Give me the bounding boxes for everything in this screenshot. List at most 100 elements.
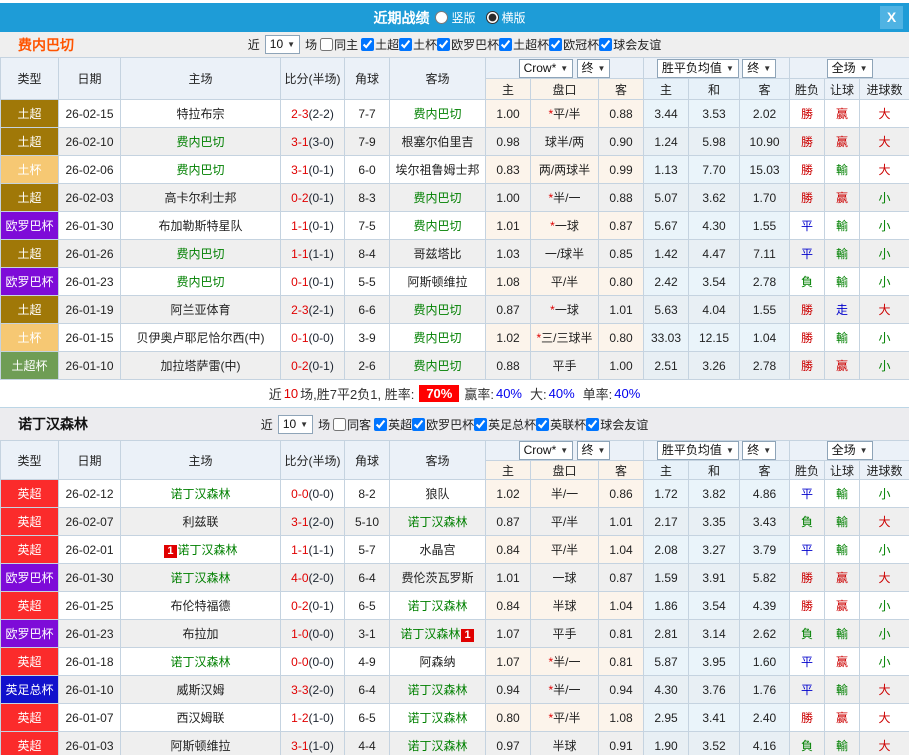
final-select[interactable]: 终 ▼ (576, 441, 611, 460)
away-team-name: 费内巴切 (413, 219, 462, 233)
league-filter[interactable]: 土超杯 (499, 36, 549, 53)
bookmaker-select[interactable]: Crow* ▼ (518, 441, 574, 460)
full-group-header: 全场 ▼ (789, 57, 909, 79)
home-team: 西汉姆联 (120, 703, 281, 732)
halftime-score: (0-1) (308, 190, 334, 205)
league-filter[interactable]: 土超 (361, 36, 399, 53)
layout-radio-horizontal[interactable]: 横版 (485, 9, 526, 26)
away-team-name: 诺丁汉森林 (407, 515, 468, 529)
halftime-score: (0-0) (308, 330, 334, 345)
league-filter[interactable]: 英联杯 (536, 416, 586, 433)
league-filter[interactable]: 英足总杯 (474, 416, 536, 433)
col-date: 日期 (58, 57, 121, 100)
fulltime-score: 0-1 (291, 274, 309, 289)
fulltime-score: 0-2 (291, 598, 309, 613)
away-team: 阿斯顿维拉 (389, 267, 486, 296)
league-filter[interactable]: 英超 (374, 416, 412, 433)
away-team: 费内巴切 (389, 183, 486, 212)
home-team-name: 费内巴切 (176, 275, 225, 289)
league-filter[interactable]: 土杯 (399, 36, 437, 53)
avg-draw-odds: 3.91 (688, 563, 741, 592)
match-row: 欧罗巴杯 26-01-23 布拉加 1-0(0-0) 3-1 诺丁汉森林 1 1.07 平手 0.… (0, 619, 909, 648)
league-filter[interactable]: 球会友谊 (599, 36, 661, 53)
match-table-2: 类型 日期 主场 比分(半场) 角球 客场 Crow* ▼ 终 ▼ 胜平负均值 ▼ 终… (0, 440, 909, 755)
full-match-select[interactable]: 全场 ▼ (826, 58, 873, 78)
league-badge: 英超 (0, 731, 59, 755)
league-checkbox[interactable] (586, 417, 600, 431)
league-badge: 英超 (0, 703, 59, 732)
same-venue-filter-2[interactable]: 同客 (333, 416, 371, 433)
league-checkbox[interactable] (599, 38, 613, 51)
away-team-name: 埃尔祖鲁姆士邦 (395, 163, 480, 177)
match-row: 欧罗巴杯 26-01-30 诺丁汉森林 4-0(2-0) 6-4 费伦茨瓦罗斯 1.01 一球… (0, 563, 909, 592)
avg-group-header: 胜平负均值 ▼ 终 ▼ (643, 57, 791, 79)
avg-away-odds: 3.43 (739, 507, 791, 536)
away-team: 水晶宫 (389, 535, 486, 564)
layout-radio-vertical[interactable]: 竖版 (435, 9, 476, 26)
vertical-radio-input[interactable] (435, 11, 449, 24)
final-select-2[interactable]: 终 ▼ (742, 441, 777, 460)
games-count-select-2[interactable]: 10 ▼ (277, 414, 314, 434)
same-venue-checkbox[interactable] (320, 38, 334, 51)
league-checkbox[interactable] (361, 38, 375, 51)
bookmaker-select[interactable]: Crow* ▼ (518, 58, 574, 78)
avg-select[interactable]: 胜平负均值 ▼ (656, 58, 739, 78)
away-team: 诺丁汉森林 (389, 675, 486, 704)
full-match-select[interactable]: 全场 ▼ (826, 441, 873, 460)
match-row: 英超 26-02-12 诺丁汉森林 0-0(0-0) 8-2 狼队 1.02 半/一 0.86 1… (0, 479, 909, 508)
league-checkbox[interactable] (412, 417, 426, 431)
league-badge: 土超 (0, 127, 59, 156)
league-filter-label: 土超 (375, 38, 400, 52)
league-checkbox[interactable] (374, 417, 388, 431)
same-venue-checkbox[interactable] (333, 417, 347, 431)
games-count-select-1[interactable]: 10 ▼ (264, 35, 301, 54)
result-handicap: 輸 (824, 267, 861, 296)
league-checkbox[interactable] (474, 417, 488, 431)
final-select[interactable]: 终 ▼ (576, 58, 611, 78)
league-checkbox[interactable] (437, 38, 451, 51)
final-select-2[interactable]: 终 ▼ (742, 58, 777, 78)
same-venue-filter-1[interactable]: 同主 (320, 36, 358, 53)
league-filter[interactable]: 欧罗巴杯 (437, 36, 499, 53)
away-team-name: 费内巴切 (413, 303, 462, 317)
league-checkbox[interactable] (549, 38, 563, 51)
fulltime-score: 3-1 (291, 738, 309, 753)
away-team-name: 哥兹塔比 (413, 247, 462, 261)
full-group-header: 全场 ▼ (789, 440, 909, 461)
away-team: 费内巴切 (389, 323, 486, 352)
corner-score: 5-5 (344, 267, 390, 296)
home-team: 利兹联 (120, 507, 281, 536)
avg-draw-odds: 3.26 (688, 351, 741, 380)
match-score: 1-0(0-0) (280, 619, 345, 648)
col-avg-draw: 和 (688, 460, 741, 480)
match-date: 26-01-25 (58, 591, 121, 620)
games-label: 场 (305, 38, 318, 52)
league-checkbox[interactable] (536, 417, 550, 431)
match-date: 26-02-07 (58, 507, 121, 536)
away-team-name: 诺丁汉森林 (407, 683, 468, 697)
away-team-name: 水晶宫 (419, 543, 456, 557)
league-checkbox[interactable] (399, 38, 413, 51)
avg-select[interactable]: 胜平负均值 ▼ (656, 441, 739, 460)
chevron-down-icon: ▼ (859, 446, 868, 455)
league-checkbox[interactable] (499, 38, 513, 51)
home-team-name: 贝伊奥卢耶尼恰尔西(中) (136, 331, 265, 345)
away-team-name: 诺丁汉森林 (407, 599, 468, 613)
league-filter[interactable]: 欧冠杯 (549, 36, 599, 53)
home-team-name: 布拉加 (182, 627, 219, 641)
col-let: 让球 (824, 460, 861, 480)
col-goals: 进球数 (859, 460, 909, 480)
chevron-down-icon: ▼ (725, 63, 734, 73)
close-icon[interactable]: X (880, 6, 903, 29)
home-team: 高卡尔利士邦 (120, 183, 281, 212)
result-wdl: 負 (789, 267, 826, 296)
crow-away-odds: 0.87 (597, 211, 645, 240)
league-filter[interactable]: 球会友谊 (586, 416, 648, 433)
avg-away-odds: 1.76 (739, 675, 791, 704)
result-goals: 小 (859, 535, 909, 564)
result-handicap: 輸 (824, 507, 861, 536)
col-goals: 进球数 (859, 78, 909, 100)
league-filter[interactable]: 欧罗巴杯 (412, 416, 474, 433)
fulltime-score: 0-2 (291, 358, 309, 373)
horizontal-radio-input[interactable] (485, 11, 499, 24)
